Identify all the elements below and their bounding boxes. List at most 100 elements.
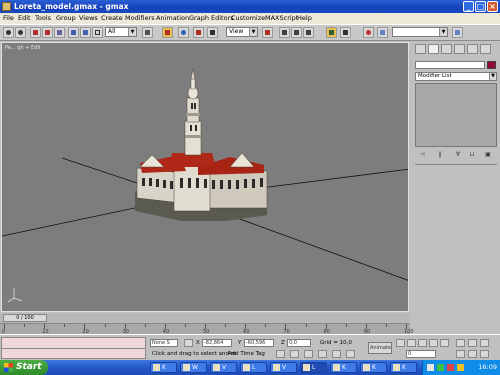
undo-icon[interactable] — [3, 27, 14, 38]
y-coord-field[interactable]: -60,596 — [244, 339, 274, 347]
configure-sets-icon[interactable]: ▣ — [483, 150, 493, 159]
current-frame-field[interactable]: 0 — [406, 350, 436, 358]
help-icon[interactable] — [452, 27, 463, 38]
selection-filter-dropdown[interactable]: All ▼ — [105, 27, 137, 37]
taskbar-item[interactable]: V — [210, 362, 237, 373]
modifier-list-dropdown[interactable]: Modifier List ▼ — [415, 72, 497, 81]
menu-tools[interactable]: Tools — [35, 14, 51, 23]
perspective-viewport[interactable]: Pe... gh + Edit — [1, 42, 409, 312]
unlink-icon[interactable] — [42, 27, 53, 38]
close-button[interactable]: × — [487, 1, 498, 12]
mirror-icon[interactable] — [326, 27, 337, 38]
menu-modifiers[interactable]: Modifiers — [125, 14, 155, 23]
prev-frame-icon[interactable] — [407, 339, 416, 347]
rect-selection-icon[interactable] — [92, 27, 103, 38]
rotate-icon[interactable] — [178, 27, 189, 38]
select-link-icon[interactable] — [30, 27, 41, 38]
menu-bar: File Edit Tools Group Views Create Modif… — [0, 13, 500, 24]
taskbar-item[interactable]: L — [300, 362, 327, 373]
ref-coord-dropdown[interactable]: View ▼ — [226, 27, 258, 37]
goto-start-icon[interactable] — [396, 339, 405, 347]
zoom-icon[interactable] — [456, 339, 465, 347]
move-icon[interactable] — [162, 27, 173, 38]
menu-customize[interactable]: Customize — [231, 14, 265, 23]
render-icon[interactable] — [377, 27, 388, 38]
default-in-out-icon[interactable] — [346, 350, 355, 358]
z-coord-field[interactable]: 0,0 — [287, 339, 311, 347]
snap-toggle-icon[interactable] — [279, 27, 290, 38]
scale-icon[interactable] — [193, 27, 204, 38]
taskbar-item[interactable]: K — [390, 362, 417, 373]
key-mode-icon[interactable] — [304, 350, 313, 358]
scale-options-icon[interactable] — [207, 27, 218, 38]
menu-help[interactable]: Help — [297, 14, 312, 23]
menu-create[interactable]: Create — [101, 14, 123, 23]
tray-icon[interactable] — [427, 364, 434, 371]
maximize-button[interactable]: □ — [475, 1, 486, 12]
percent-snap-icon[interactable] — [303, 27, 314, 38]
taskbar-item[interactable]: K — [330, 362, 357, 373]
tray-icon[interactable] — [437, 364, 444, 371]
maxscript-listener[interactable] — [1, 337, 146, 359]
tray-icon[interactable] — [457, 364, 464, 371]
show-end-result-icon[interactable]: ∥ — [435, 150, 445, 159]
tray-icon[interactable] — [447, 364, 454, 371]
minimize-button[interactable]: _ — [463, 1, 474, 12]
taskbar-item[interactable]: L — [240, 362, 267, 373]
pivot-center-icon[interactable] — [262, 27, 273, 38]
create-tab-icon[interactable] — [415, 44, 426, 54]
modify-tab-icon[interactable] — [428, 44, 439, 54]
zoom-extents-icon[interactable] — [480, 339, 489, 347]
x-coord-field[interactable]: -82,864 — [202, 339, 232, 347]
angle-snap-icon[interactable] — [291, 27, 302, 38]
lock-selection-icon[interactable] — [184, 339, 193, 347]
degradation-override-icon[interactable] — [290, 350, 299, 358]
set-key-icon[interactable] — [318, 350, 327, 358]
field-of-view-icon[interactable] — [456, 350, 465, 358]
arc-rotate-icon[interactable] — [480, 350, 489, 358]
taskbar-item[interactable]: K — [360, 362, 387, 373]
key-filter-icon[interactable] — [332, 350, 341, 358]
track-bar[interactable]: 0 10 20 30 40 50 60 70 80 90 100 — [0, 323, 414, 335]
taskbar-item[interactable]: K — [150, 362, 177, 373]
pin-stack-icon[interactable]: ⊣ — [417, 150, 427, 159]
redo-icon[interactable] — [15, 27, 26, 38]
align-icon[interactable] — [340, 27, 351, 38]
select-object-icon[interactable] — [68, 27, 79, 38]
material-editor-icon[interactable] — [363, 27, 374, 38]
select-by-name-icon[interactable] — [80, 27, 91, 38]
animate-button[interactable]: Animate — [368, 342, 392, 354]
crossing-selection-icon[interactable] — [276, 350, 285, 358]
pan-icon[interactable] — [468, 350, 477, 358]
play-icon[interactable] — [418, 339, 427, 347]
menu-animation[interactable]: Animation — [156, 14, 189, 23]
menu-group[interactable]: Group — [56, 14, 76, 23]
app-icon[interactable] — [2, 2, 11, 11]
select-move-icon[interactable] — [142, 27, 153, 38]
hierarchy-tab-icon[interactable] — [441, 44, 452, 54]
taskbar-item[interactable]: V — [270, 362, 297, 373]
add-time-tag-button[interactable]: Add Time Tag — [228, 350, 265, 358]
start-button[interactable]: Start — [0, 360, 48, 375]
make-unique-icon[interactable]: ∀ — [453, 150, 463, 159]
menu-graph-editors[interactable]: Graph Editors — [189, 14, 234, 23]
time-slider[interactable]: 0 / 100 — [0, 313, 410, 323]
modifier-stack[interactable] — [415, 83, 497, 147]
menu-file[interactable]: File — [3, 14, 14, 23]
utilities-tab-icon[interactable] — [480, 44, 491, 54]
time-slider-knob[interactable]: 0 / 100 — [3, 314, 47, 322]
object-color-swatch[interactable] — [487, 61, 496, 69]
motion-tab-icon[interactable] — [454, 44, 465, 54]
goto-end-icon[interactable] — [440, 339, 449, 347]
display-tab-icon[interactable] — [467, 44, 478, 54]
menu-maxscript[interactable]: MAXScript — [265, 14, 298, 23]
named-selection-dropdown[interactable]: ▼ — [392, 27, 448, 37]
next-frame-icon[interactable] — [429, 339, 438, 347]
menu-edit[interactable]: Edit — [18, 14, 31, 23]
zoom-all-icon[interactable] — [468, 339, 477, 347]
bind-space-warp-icon[interactable] — [54, 27, 65, 38]
menu-views[interactable]: Views — [79, 14, 98, 23]
remove-modifier-icon[interactable]: ⊔ — [467, 150, 477, 159]
taskbar-item[interactable]: W — [180, 362, 207, 373]
object-name-field[interactable] — [415, 61, 485, 69]
